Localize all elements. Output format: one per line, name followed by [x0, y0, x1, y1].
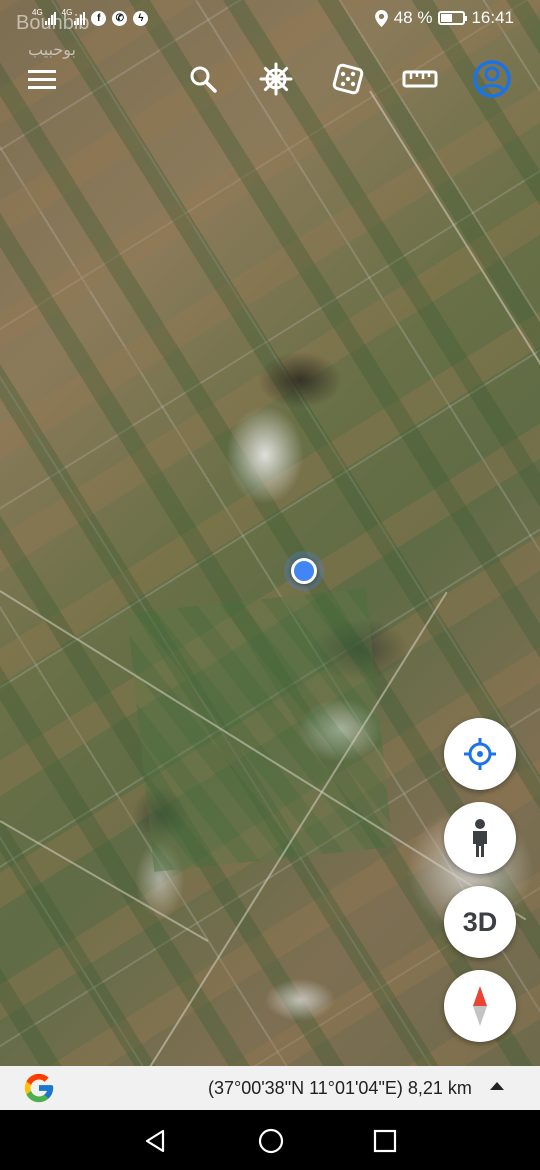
3d-toggle-button[interactable]: 3D — [444, 886, 516, 958]
expand-info-button[interactable] — [490, 1082, 504, 1090]
status-right: 48 % 16:41 — [374, 8, 514, 28]
home-button[interactable] — [256, 1126, 286, 1156]
dice-icon — [332, 63, 364, 95]
ruler-icon — [402, 70, 438, 88]
messenger-icon: ϟ — [133, 10, 149, 26]
coordinates-scale-text: (37°00'38"N 11°01'04"E) 8,21 km — [208, 1078, 472, 1098]
phone-icon: ✆ — [112, 10, 128, 26]
home-circle-icon — [258, 1128, 284, 1154]
crosshair-location-icon — [464, 738, 496, 770]
menu-button[interactable] — [19, 56, 65, 102]
network-type-1: 4G — [32, 7, 43, 17]
search-icon — [190, 66, 217, 93]
street-view-button[interactable] — [444, 802, 516, 874]
info-bar: (37°00'38"N 11°01'04"E) 8,21 km — [0, 1066, 540, 1110]
status-left: 4G 4G f ✆ ϟ — [32, 7, 149, 26]
my-location-dot[interactable] — [291, 558, 317, 584]
battery-percent: 48 % — [393, 8, 433, 27]
status-bar: 4G 4G f ✆ ϟ 48 % 16:41 — [0, 0, 540, 36]
navigation-bar — [0, 1110, 540, 1170]
recents-square-icon — [373, 1129, 397, 1153]
back-triangle-icon — [145, 1129, 165, 1153]
voyager-button[interactable] — [253, 56, 299, 102]
compass-button[interactable] — [444, 970, 516, 1042]
map-field-texture — [127, 588, 393, 872]
battery-icon — [438, 11, 468, 25]
map-road — [369, 90, 540, 448]
ship-wheel-icon — [259, 62, 293, 96]
pegman-icon — [473, 819, 487, 857]
location-pin-icon — [374, 9, 388, 27]
search-button[interactable] — [180, 56, 226, 102]
network-type-2: 4G — [61, 7, 73, 17]
feeling-lucky-button[interactable] — [325, 56, 371, 102]
recents-button[interactable] — [370, 1126, 400, 1156]
account-icon — [473, 60, 511, 98]
back-button[interactable] — [140, 1126, 170, 1156]
clock: 16:41 — [471, 8, 514, 27]
account-button[interactable] — [469, 56, 515, 102]
my-location-button[interactable] — [444, 718, 516, 790]
battery-fill — [441, 14, 453, 22]
google-logo-icon — [24, 1073, 54, 1103]
compass-icon — [473, 986, 487, 1026]
signal-icon — [74, 11, 86, 25]
signal-icon — [44, 11, 56, 25]
toolbar — [0, 56, 540, 106]
hamburger-menu-icon — [28, 70, 56, 89]
facebook-icon: f — [91, 10, 107, 26]
measure-button[interactable] — [397, 56, 443, 102]
